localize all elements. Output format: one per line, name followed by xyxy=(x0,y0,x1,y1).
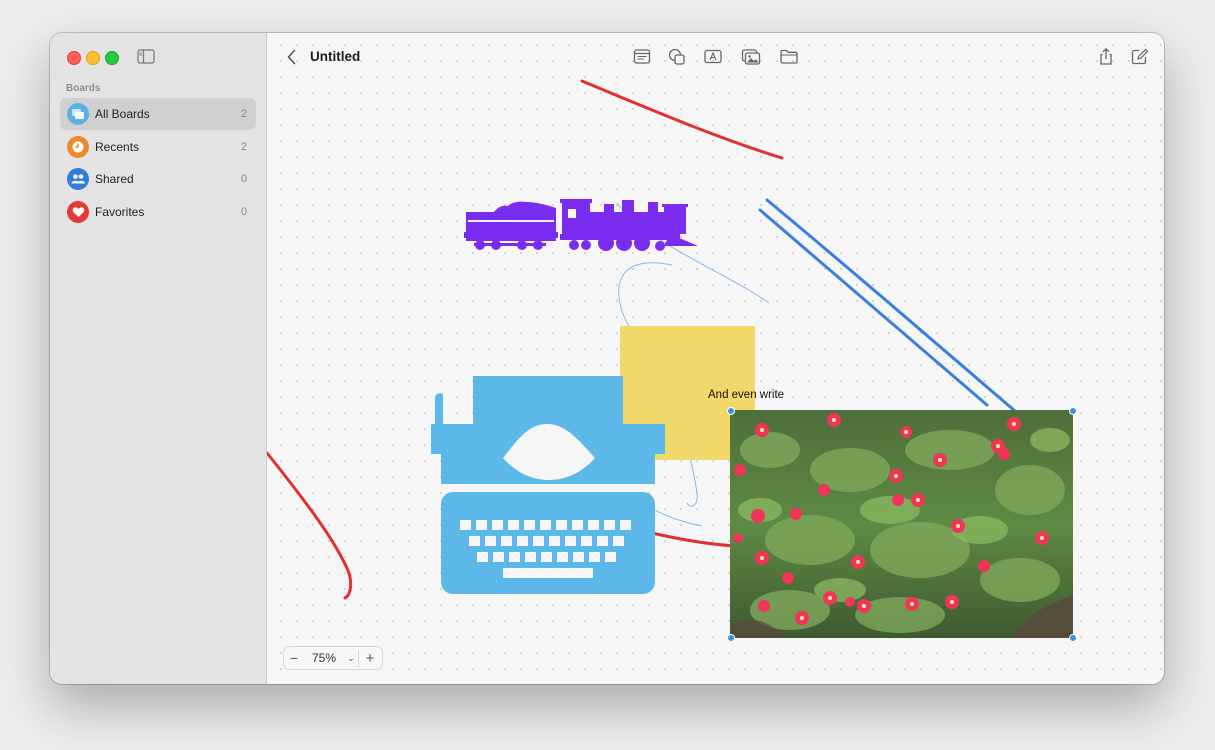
resize-handle-top-left[interactable] xyxy=(727,407,735,415)
sidebar-item-count: 2 xyxy=(240,108,247,120)
folder-icon[interactable] xyxy=(779,47,799,66)
board-title[interactable]: Untitled xyxy=(310,49,360,64)
media-icon[interactable] xyxy=(741,47,761,66)
sidebar-list: All Boards 2 Recents 2 Shared 0 Favorite… xyxy=(60,98,256,228)
all-boards-icon xyxy=(67,103,89,125)
sidebar-item-count: 0 xyxy=(240,205,247,218)
sidebar-item-shared[interactable]: Shared 0 xyxy=(60,163,256,195)
sidebar-item-all-boards[interactable]: All Boards 2 xyxy=(60,98,256,130)
sidebar-toggle-icon[interactable] xyxy=(137,49,155,64)
sidebar-item-label: All Boards xyxy=(95,107,150,121)
resize-handle-top-right[interactable] xyxy=(1069,407,1077,415)
zoom-level[interactable]: 75% xyxy=(304,651,344,665)
zoom-control: − 75% ⌄ + xyxy=(283,646,383,670)
share-icon[interactable] xyxy=(1096,47,1116,66)
board-canvas[interactable]: Untitled And even write − 75% ⌄ + xyxy=(267,33,1164,684)
toolbar: Untitled xyxy=(267,33,1164,81)
shapes-icon[interactable] xyxy=(667,47,687,66)
clock-icon xyxy=(67,135,89,158)
sidebar-item-label: Shared xyxy=(95,172,134,186)
sidebar-item-label: Recents xyxy=(95,139,140,154)
zoom-in-button[interactable]: + xyxy=(358,649,381,667)
train-icon[interactable] xyxy=(464,194,698,254)
zoom-window-button[interactable] xyxy=(105,51,119,65)
resize-handle-bottom-left[interactable] xyxy=(727,634,735,642)
sidebar-item-count: 0 xyxy=(240,173,247,185)
close-window-button[interactable] xyxy=(67,51,81,65)
sidebar: Boards All Boards 2 Recents 2 Shared 0 F… xyxy=(50,33,267,684)
chevron-down-icon[interactable]: ⌄ xyxy=(344,653,358,664)
heart-icon xyxy=(67,200,89,223)
sidebar-item-favorites[interactable]: Favorites 0 xyxy=(60,196,256,228)
resize-handle-bottom-right[interactable] xyxy=(1069,634,1077,642)
flower-photo[interactable] xyxy=(730,410,1073,638)
back-chevron-icon[interactable] xyxy=(285,48,299,66)
sidebar-heading: Boards xyxy=(66,83,101,94)
zoom-out-button[interactable]: − xyxy=(284,650,304,666)
sidebar-item-count: 2 xyxy=(240,140,247,153)
red-stroke-top xyxy=(580,79,784,160)
sidebar-item-label: Favorites xyxy=(95,204,145,219)
compose-icon[interactable] xyxy=(1130,47,1150,66)
flower-photo-image xyxy=(730,410,1073,638)
typewriter-icon[interactable] xyxy=(429,376,669,596)
sidebar-item-recents[interactable]: Recents 2 xyxy=(60,131,256,163)
text-box-icon[interactable] xyxy=(703,47,723,66)
blue-stroke-a xyxy=(765,198,1017,413)
note-icon[interactable] xyxy=(632,47,652,66)
red-stroke-left xyxy=(267,451,353,600)
text-item[interactable]: And even write xyxy=(708,389,784,401)
blue-stroke-b xyxy=(758,208,989,407)
people-icon xyxy=(67,168,89,190)
freeform-window: Boards All Boards 2 Recents 2 Shared 0 F… xyxy=(50,33,1164,684)
minimize-window-button[interactable] xyxy=(86,51,100,65)
